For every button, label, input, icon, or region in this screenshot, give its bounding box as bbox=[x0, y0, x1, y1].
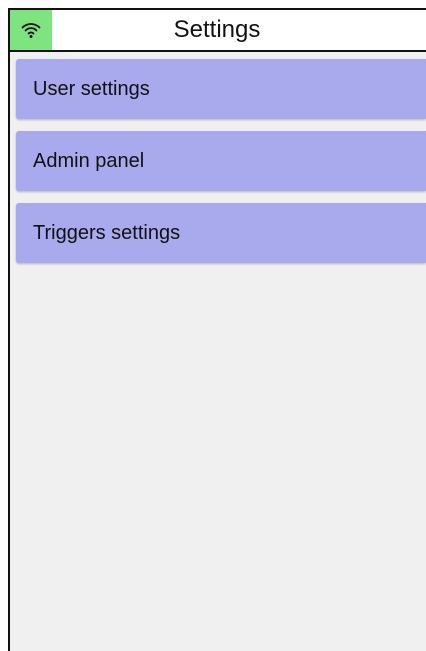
settings-menu: User settings Admin panel Triggers setti… bbox=[10, 52, 426, 263]
page-title: Settings bbox=[173, 16, 261, 43]
menu-item-triggers-settings[interactable]: Triggers settings bbox=[16, 203, 426, 263]
menu-item-admin-panel[interactable]: Admin panel bbox=[16, 131, 426, 191]
app-screen: Settings User settings Admin panel Trigg… bbox=[8, 8, 426, 651]
wifi-icon bbox=[21, 23, 41, 38]
header-bar: Settings bbox=[10, 10, 426, 52]
menu-item-user-settings[interactable]: User settings bbox=[16, 59, 426, 119]
wifi-status[interactable] bbox=[10, 10, 52, 50]
